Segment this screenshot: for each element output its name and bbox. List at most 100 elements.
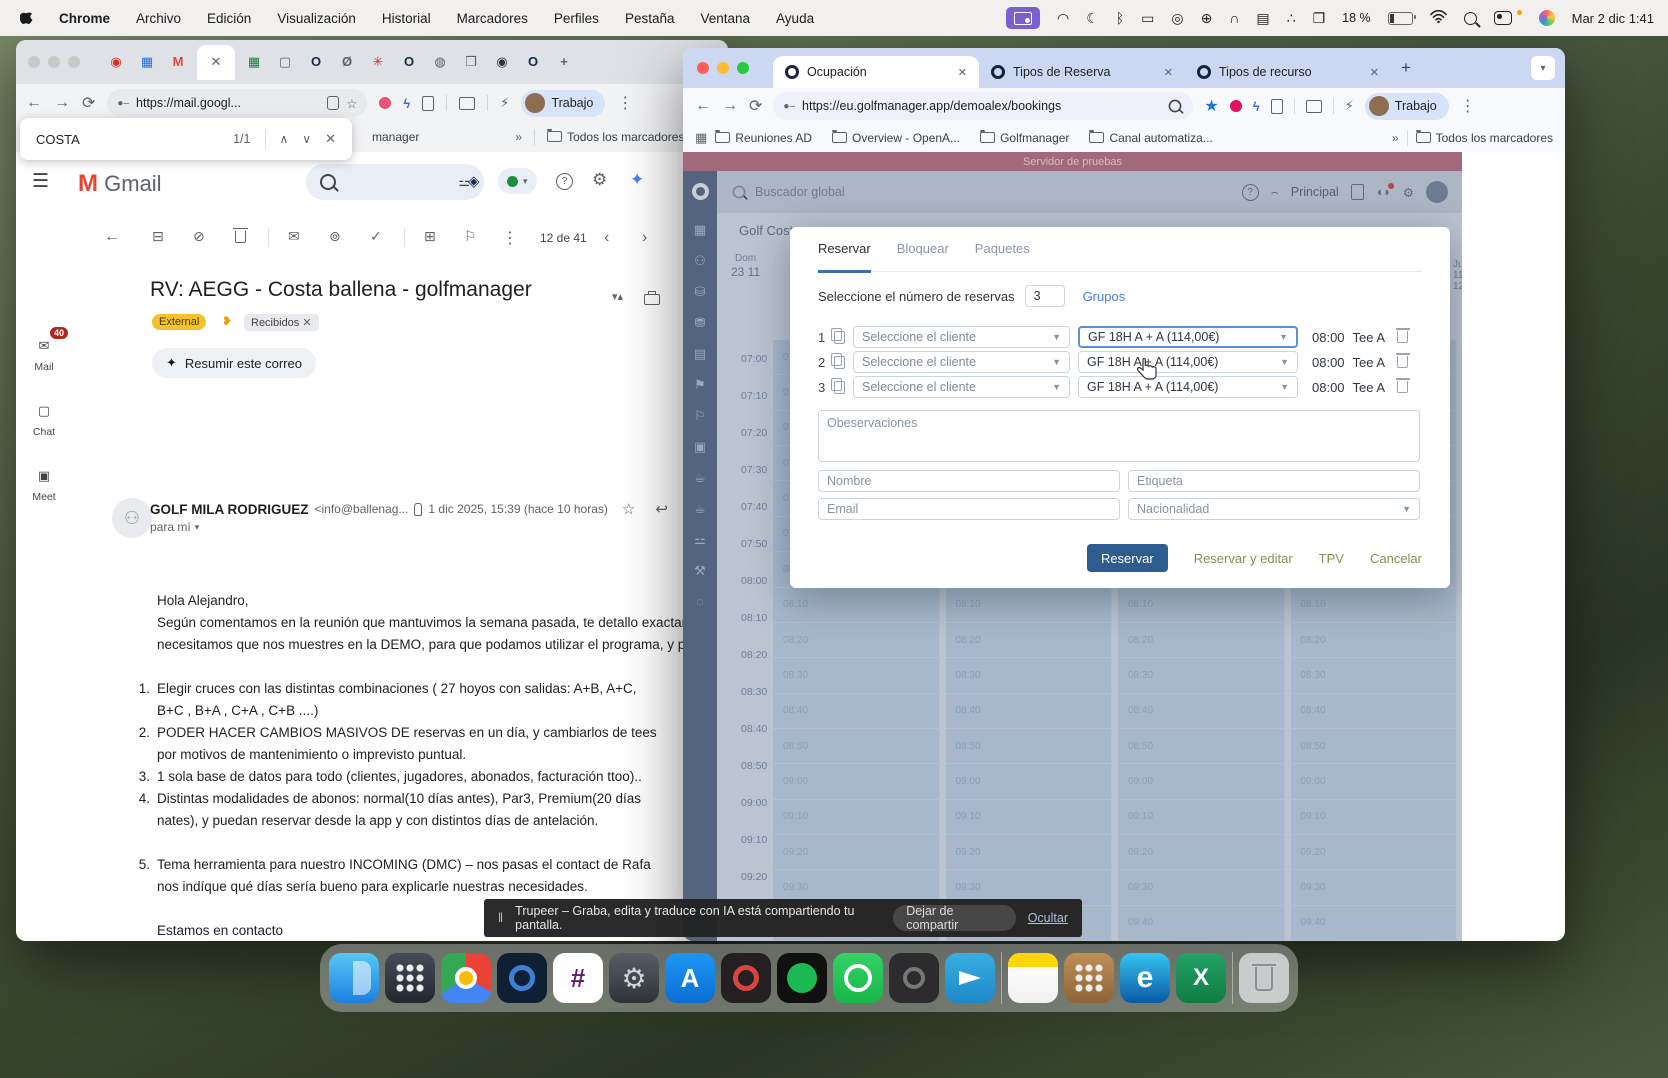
pinned-tab-icon[interactable]: ◍ bbox=[432, 54, 448, 70]
status-availability-chip[interactable]: ▾ bbox=[498, 168, 537, 194]
menubar-clock[interactable]: Mar 2 dic 1:41 bbox=[1572, 11, 1654, 26]
pinned-tab-icon[interactable]: O bbox=[401, 54, 417, 70]
menubar-app-name[interactable]: Chrome bbox=[59, 11, 110, 26]
forward-button[interactable]: → bbox=[722, 97, 738, 115]
dock-app-icon[interactable] bbox=[441, 953, 491, 1003]
gmail-search-bar[interactable]: ⚍ bbox=[306, 164, 484, 200]
product-select[interactable]: GF 18H A + A (114,00€)▼ bbox=[1078, 376, 1298, 398]
nombre-input[interactable] bbox=[818, 470, 1120, 492]
address-bar[interactable]: ●– https://mail.googl... ☆ bbox=[107, 89, 367, 117]
close-tab-icon[interactable]: ✕ bbox=[958, 66, 967, 79]
pause-icon[interactable]: ‖ bbox=[498, 911, 503, 925]
status-icon[interactable]: ▭ bbox=[1141, 10, 1154, 27]
chrome-menu-icon[interactable]: ⋮ bbox=[617, 93, 633, 113]
sidebar-nav-item[interactable]: ▢ Chat bbox=[26, 399, 62, 438]
print-icon[interactable] bbox=[644, 292, 660, 310]
pinned-tab-icon[interactable]: Ø bbox=[339, 54, 355, 70]
profile-chip[interactable]: Trabajo bbox=[521, 90, 605, 117]
forward-button[interactable]: → bbox=[54, 94, 70, 112]
duplicate-row-icon[interactable] bbox=[834, 356, 845, 369]
pinned-tab-icon[interactable]: ▦ bbox=[246, 54, 262, 70]
client-select[interactable]: Seleccione el cliente▼ bbox=[853, 326, 1070, 348]
menubar-item[interactable]: Pestaña bbox=[625, 11, 675, 26]
dock-app-icon[interactable] bbox=[777, 953, 827, 1003]
status-icon[interactable]: ▤ bbox=[1256, 10, 1269, 27]
chrome-menu-icon[interactable]: ⋮ bbox=[1460, 96, 1476, 116]
dock-app-icon[interactable] bbox=[945, 953, 995, 1003]
find-previous-icon[interactable]: ∧ bbox=[280, 132, 289, 146]
dock-app-icon[interactable] bbox=[1008, 953, 1058, 1003]
observations-textarea[interactable] bbox=[818, 410, 1420, 462]
dock-app-icon[interactable] bbox=[385, 953, 435, 1003]
extension-clipboard-icon[interactable] bbox=[1271, 99, 1283, 114]
close-window-button[interactable] bbox=[28, 56, 40, 68]
gmail-window[interactable]: ◉▦M✕▦▢OØ✳O◍❒◉O+ ▾ ← → ⟳ ●– https://mail.… bbox=[16, 40, 728, 941]
reload-button[interactable]: ⟳ bbox=[749, 96, 762, 116]
search-icon[interactable] bbox=[320, 174, 336, 190]
reservar-button[interactable]: Reservar bbox=[1087, 544, 1168, 572]
sidebar-nav-item[interactable]: ✉40 Mail bbox=[26, 334, 62, 373]
pinned-tab-icon[interactable]: O bbox=[525, 54, 541, 70]
pinned-tab-icon[interactable]: ▢ bbox=[277, 54, 293, 70]
pinned-tab-icon[interactable]: ✳ bbox=[370, 54, 386, 70]
site-info-icon[interactable]: ●– bbox=[783, 101, 795, 112]
pinned-tab-icon[interactable]: + bbox=[556, 54, 572, 70]
bookmark-partial[interactable]: manager bbox=[372, 130, 419, 144]
newer-email-icon[interactable]: ‹ bbox=[604, 229, 609, 247]
new-tab-button[interactable]: + bbox=[1401, 58, 1411, 78]
golfmanager-window[interactable]: Ocupación ✕ Tipos de Reserva ✕ Tipos de … bbox=[683, 48, 1565, 941]
dock-app-icon[interactable] bbox=[1001, 952, 1002, 1004]
bookmarks-overflow-icon[interactable]: » bbox=[1392, 131, 1399, 145]
find-close-icon[interactable]: ✕ bbox=[325, 131, 336, 147]
find-next-icon[interactable]: ∨ bbox=[302, 132, 311, 146]
profile-chip[interactable]: Trabajo bbox=[1365, 93, 1449, 120]
status-icon[interactable]: ☾ bbox=[1086, 10, 1099, 27]
product-select[interactable]: GF 18H A + A (114,00€)▼ bbox=[1078, 351, 1298, 373]
status-icon[interactable]: ❐ bbox=[1313, 10, 1326, 27]
reply-icon[interactable]: ↩ bbox=[655, 500, 668, 518]
delete-row-icon[interactable] bbox=[1397, 356, 1408, 368]
all-bookmarks-folder[interactable]: Todos los marcadores bbox=[1416, 131, 1553, 145]
dock-app-icon[interactable] bbox=[721, 953, 771, 1003]
pinned-tab-icon[interactable]: ◉ bbox=[494, 54, 510, 70]
duplicate-row-icon[interactable] bbox=[834, 381, 845, 394]
address-bar[interactable]: ●– https://eu.golfmanager.app/demoalex/b… bbox=[773, 92, 1193, 120]
pinned-tab-icon[interactable]: O bbox=[308, 54, 324, 70]
report-spam-icon[interactable]: ⊘ bbox=[193, 228, 205, 245]
extension-clipboard-icon[interactable] bbox=[422, 96, 434, 111]
hide-bar-link[interactable]: Ocultar bbox=[1028, 911, 1068, 925]
close-tab-icon[interactable]: ✕ bbox=[1370, 66, 1379, 79]
delete-row-icon[interactable] bbox=[1397, 381, 1408, 393]
status-icon[interactable]: ᛒ bbox=[1116, 10, 1124, 26]
pinned-tab-icon[interactable]: ◉ bbox=[108, 54, 124, 70]
back-button[interactable]: ← bbox=[695, 97, 711, 115]
minimize-window-button[interactable] bbox=[48, 56, 60, 68]
product-select[interactable]: GF 18H A + A (114,00€)▼ bbox=[1078, 326, 1298, 348]
settings-gear-icon[interactable]: ⚙ bbox=[592, 170, 607, 190]
mark-unread-icon[interactable]: ✉ bbox=[288, 228, 300, 245]
pinned-tab-icon[interactable]: ▦ bbox=[139, 54, 155, 70]
close-tab-icon[interactable]: ✕ bbox=[1164, 66, 1173, 79]
menubar-item[interactable]: Marcadores bbox=[457, 11, 528, 26]
older-email-icon[interactable]: › bbox=[642, 229, 647, 247]
device-toolbar-icon[interactable] bbox=[459, 97, 475, 110]
dock-app-icon[interactable] bbox=[329, 953, 379, 1003]
tpv-button[interactable]: TPV bbox=[1319, 551, 1344, 566]
all-bookmarks-folder[interactable]: Todos los marcadores bbox=[547, 130, 684, 144]
dock-app-icon[interactable] bbox=[497, 953, 547, 1003]
dock-app-icon[interactable] bbox=[665, 953, 715, 1003]
pinned-tab-icon[interactable]: M bbox=[170, 54, 186, 70]
dock-app-icon[interactable] bbox=[1239, 953, 1289, 1003]
more-options-icon[interactable]: ⋮ bbox=[502, 228, 518, 248]
snooze-icon[interactable]: ⊚ bbox=[329, 228, 341, 245]
extension-s-icon[interactable]: ϟ bbox=[1253, 99, 1260, 114]
menubar-item[interactable]: Historial bbox=[382, 11, 431, 26]
nacionalidad-select[interactable]: Nacionalidad▼ bbox=[1128, 498, 1420, 520]
remove-label-icon[interactable]: ✕ bbox=[302, 317, 311, 329]
lightning-extension-icon[interactable]: ⚡ bbox=[500, 95, 509, 111]
move-to-icon[interactable]: ⊞ bbox=[424, 228, 436, 245]
dialog-tab[interactable]: Bloquear bbox=[897, 241, 949, 271]
stop-sharing-button[interactable]: Dejar de compartir bbox=[893, 905, 1016, 931]
spotlight-search-icon[interactable] bbox=[1464, 12, 1477, 25]
dock-app-icon[interactable] bbox=[1232, 952, 1233, 1004]
